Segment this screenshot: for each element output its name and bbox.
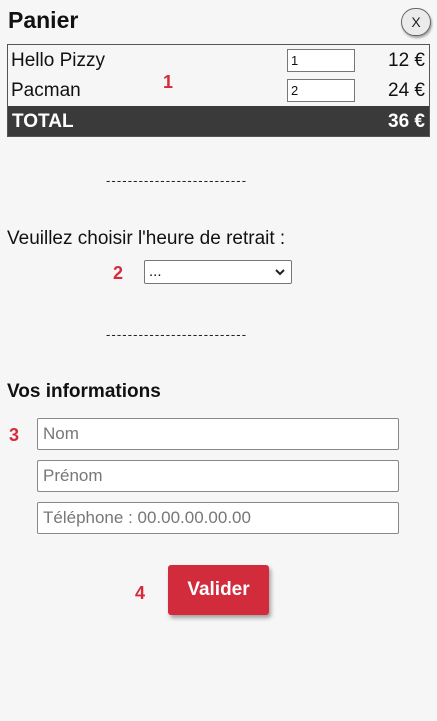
phone-field[interactable]: Téléphone : 00.00.00.00.00 — [37, 502, 399, 534]
total-row: TOTAL 36 € — [8, 106, 429, 136]
separator: -------------------------- — [106, 327, 248, 342]
pickup-time-select[interactable]: ... — [144, 260, 292, 284]
firstname-field[interactable]: Prénom — [37, 460, 399, 492]
cart-row: Pacman 2 24 € — [8, 76, 429, 106]
item-name: Hello Pizzy — [11, 50, 105, 71]
quantity-input[interactable]: 1 — [287, 49, 355, 72]
total-label: TOTAL — [12, 111, 74, 132]
annotation-marker-1: 1 — [163, 72, 174, 92]
item-price: 24 € — [388, 80, 425, 101]
quantity-input[interactable]: 2 — [287, 79, 355, 102]
page-title: Panier — [8, 7, 79, 33]
section-title: Vos informations — [7, 381, 161, 402]
item-name: Pacman — [11, 80, 81, 101]
pickup-time-label: Veuillez choisir l'heure de retrait : — [7, 228, 286, 249]
cart-page: Panier X Hello Pizzy 1 12 € Pacman 2 24 … — [0, 0, 437, 721]
item-price: 12 € — [388, 50, 425, 71]
close-button[interactable]: X — [401, 8, 431, 36]
cart-table: Hello Pizzy 1 12 € Pacman 2 24 € TOTAL 3… — [7, 44, 430, 137]
annotation-marker-2: 2 — [113, 263, 124, 283]
validate-button[interactable]: Valider — [168, 565, 269, 615]
pickup-time-value: ... — [149, 263, 162, 280]
annotation-marker-3: 3 — [9, 425, 20, 445]
annotation-marker-4: 4 — [135, 583, 146, 603]
cart-row: Hello Pizzy 1 12 € — [8, 46, 429, 76]
total-value: 36 € — [388, 111, 425, 132]
separator: -------------------------- — [106, 173, 248, 188]
chevron-down-icon — [275, 269, 285, 276]
name-field[interactable]: Nom — [37, 418, 399, 450]
